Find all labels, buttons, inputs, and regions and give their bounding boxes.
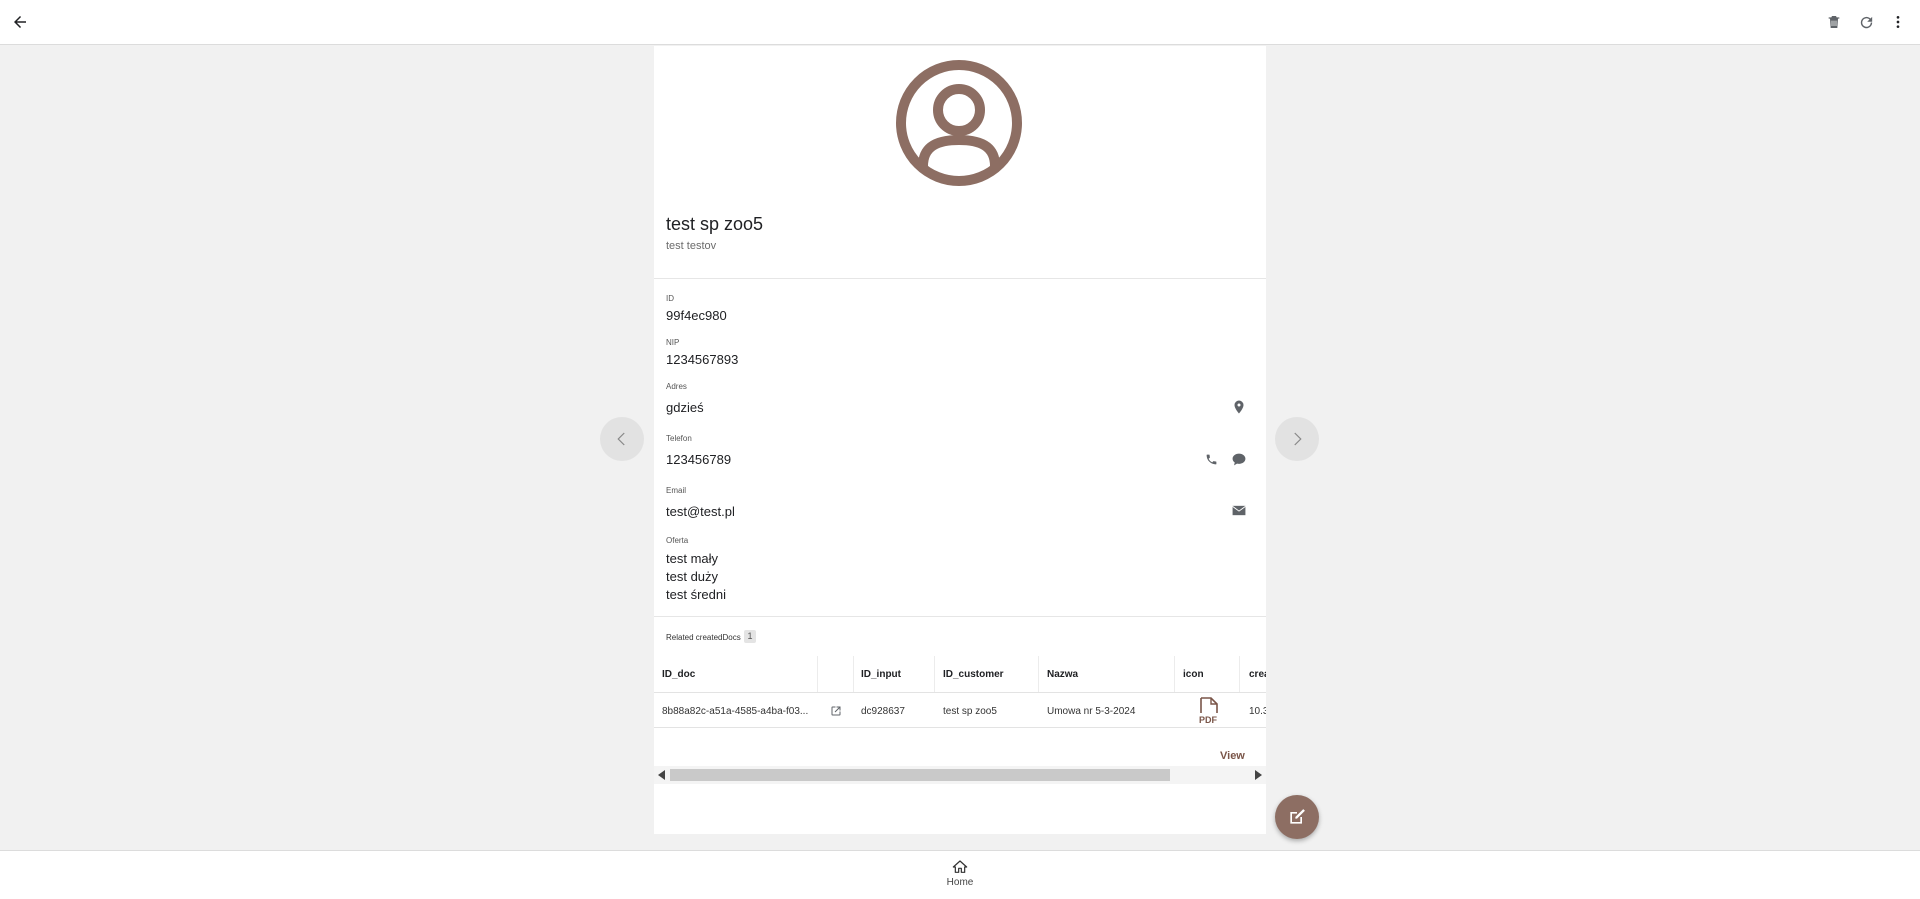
offer-item: test mały bbox=[666, 551, 719, 566]
open-record-button[interactable] bbox=[818, 693, 854, 729]
edit-fab-button[interactable] bbox=[1275, 795, 1319, 839]
chat-bubble-icon bbox=[1232, 453, 1246, 465]
triangle-right-icon bbox=[1255, 770, 1262, 780]
address-label: Adres bbox=[666, 382, 687, 391]
record-title: test sp zoo5 bbox=[666, 214, 764, 234]
table-header-row: ID_doc ID_input ID_customer Nazwa icon c… bbox=[654, 656, 1266, 692]
table-horizontal-scrollbar[interactable] bbox=[654, 766, 1266, 784]
send-email-button[interactable] bbox=[1228, 499, 1250, 521]
top-app-bar bbox=[0, 0, 1920, 45]
cell-nazwa: Umowa nr 5-3-2024 bbox=[1047, 705, 1136, 717]
delete-button[interactable] bbox=[1818, 6, 1850, 38]
id-value: 99f4ec980 bbox=[666, 308, 727, 323]
avatar-icon bbox=[896, 60, 1022, 186]
related-docs-table: ID_doc ID_input ID_customer Nazwa icon c… bbox=[654, 656, 1266, 734]
message-button[interactable] bbox=[1228, 448, 1250, 470]
trash-icon bbox=[1828, 16, 1840, 28]
chevron-right-icon bbox=[1294, 432, 1302, 446]
location-pin-icon bbox=[1234, 400, 1244, 414]
pdf-file-button[interactable]: PDF bbox=[1175, 693, 1240, 729]
phone-value: 123456789 bbox=[666, 452, 732, 467]
nip-label: NIP bbox=[666, 338, 680, 347]
column-header-open[interactable] bbox=[818, 656, 854, 692]
back-button[interactable] bbox=[4, 6, 36, 38]
scroll-right-button[interactable] bbox=[1250, 766, 1266, 784]
nav-home-label: Home bbox=[946, 877, 974, 888]
view-related-docs-button[interactable]: View bbox=[1220, 750, 1245, 762]
phone-icon bbox=[1206, 454, 1216, 464]
column-header-nazwa[interactable]: Nazwa bbox=[1039, 656, 1175, 692]
column-header-id-input[interactable]: ID_input bbox=[854, 656, 935, 692]
offer-item: test średni bbox=[666, 587, 726, 602]
id-label: ID bbox=[666, 294, 674, 303]
record-detail-card: test sp zoo5 test testov ID 99f4ec980 NI… bbox=[654, 46, 1266, 834]
cell-id-doc: 8b88a82c-a51a-4585-a4ba-f03... bbox=[662, 705, 809, 717]
address-value: gdzieś bbox=[666, 400, 704, 415]
nav-home[interactable]: Home bbox=[935, 859, 985, 895]
table-row[interactable]: 8b88a82c-a51a-4585-a4ba-f03... dc928637 … bbox=[654, 692, 1266, 728]
previous-record-button[interactable] bbox=[600, 417, 644, 461]
cell-id-input: dc928637 bbox=[861, 705, 905, 717]
chevron-left-icon bbox=[617, 432, 625, 446]
call-button[interactable] bbox=[1200, 448, 1222, 470]
refresh-icon bbox=[1860, 16, 1872, 28]
next-record-button[interactable] bbox=[1275, 417, 1319, 461]
nip-value: 1234567893 bbox=[666, 352, 739, 367]
more-vert-icon bbox=[1896, 16, 1900, 28]
cell-created: 10.3 bbox=[1249, 705, 1266, 717]
related-docs-label: Related createdDocs bbox=[666, 633, 741, 642]
email-label: Email bbox=[666, 486, 687, 495]
refresh-button[interactable] bbox=[1850, 6, 1882, 38]
column-header-id-customer[interactable]: ID_customer bbox=[935, 656, 1039, 692]
offer-item: test duży bbox=[666, 569, 719, 584]
email-value: test@test.pl bbox=[666, 504, 735, 519]
column-header-id-doc[interactable]: ID_doc bbox=[654, 656, 818, 692]
cell-id-customer: test sp zoo5 bbox=[943, 705, 997, 717]
divider bbox=[654, 278, 1266, 279]
offer-list: test mały test duży test średni bbox=[666, 550, 726, 604]
column-header-created[interactable]: crea bbox=[1240, 656, 1266, 692]
offer-label: Oferta bbox=[666, 536, 689, 545]
pdf-file-icon: PDF bbox=[1199, 697, 1218, 725]
scrollbar-thumb[interactable] bbox=[670, 769, 1170, 781]
map-button[interactable] bbox=[1228, 396, 1250, 418]
related-docs-count-badge: 1 bbox=[744, 630, 756, 643]
arrow-left-icon bbox=[14, 16, 26, 28]
external-link-icon bbox=[831, 706, 841, 716]
triangle-left-icon bbox=[658, 770, 665, 780]
scroll-left-button[interactable] bbox=[654, 766, 670, 784]
pdf-label: PDF bbox=[1199, 715, 1218, 725]
column-header-icon[interactable]: icon bbox=[1175, 656, 1240, 692]
edit-icon bbox=[1290, 809, 1305, 824]
envelope-icon bbox=[1232, 505, 1246, 515]
home-icon bbox=[952, 860, 968, 873]
divider bbox=[654, 616, 1266, 617]
more-options-button[interactable] bbox=[1882, 6, 1914, 38]
record-subtitle: test testov bbox=[666, 240, 717, 252]
bottom-navigation: Home bbox=[0, 850, 1920, 899]
phone-label: Telefon bbox=[666, 434, 692, 443]
